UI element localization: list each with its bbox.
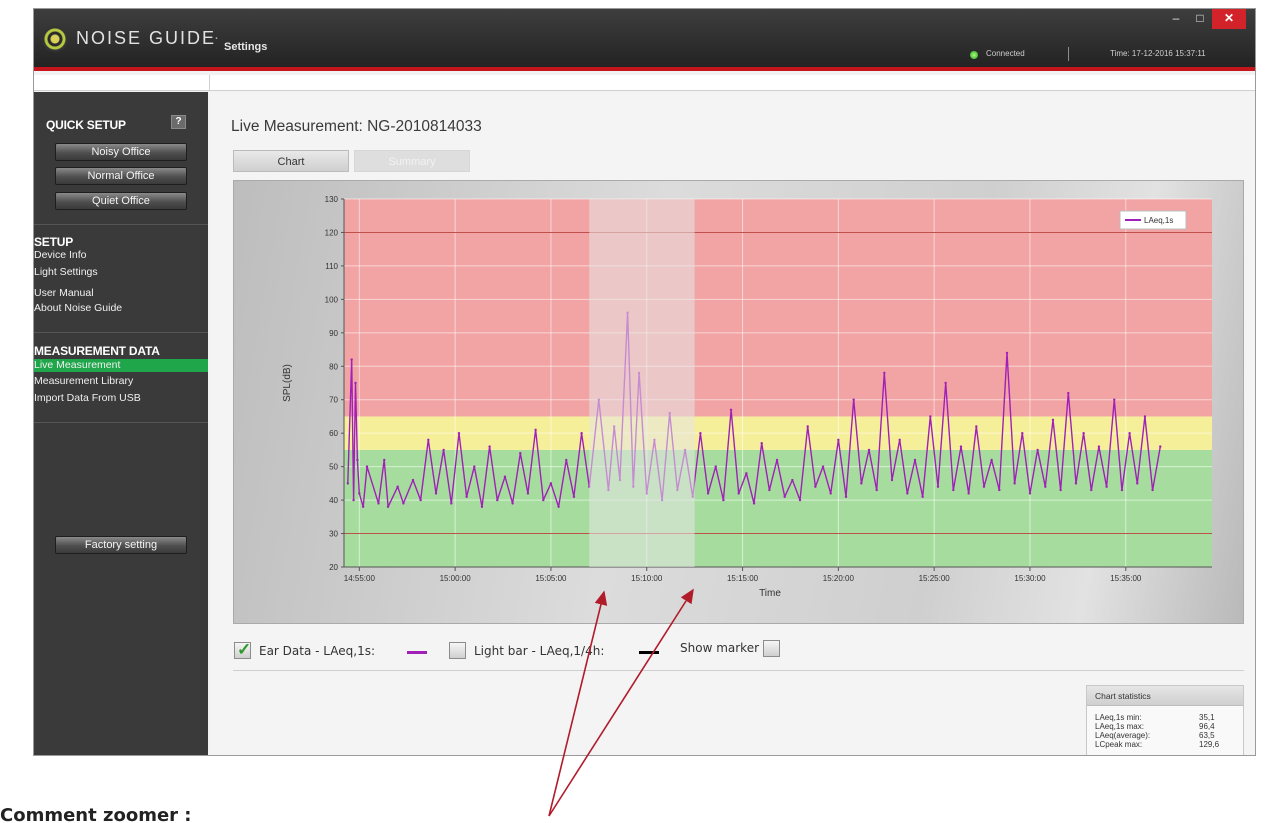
annotation-arrows xyxy=(548,588,694,817)
annotation-caption: Comment zoomer : xyxy=(0,805,192,823)
zoom-end-arrow xyxy=(548,588,694,817)
document-page: NOISE GUIDE · Settings Connected Time: 1… xyxy=(0,0,1270,823)
zoom-start-arrow xyxy=(548,590,608,817)
